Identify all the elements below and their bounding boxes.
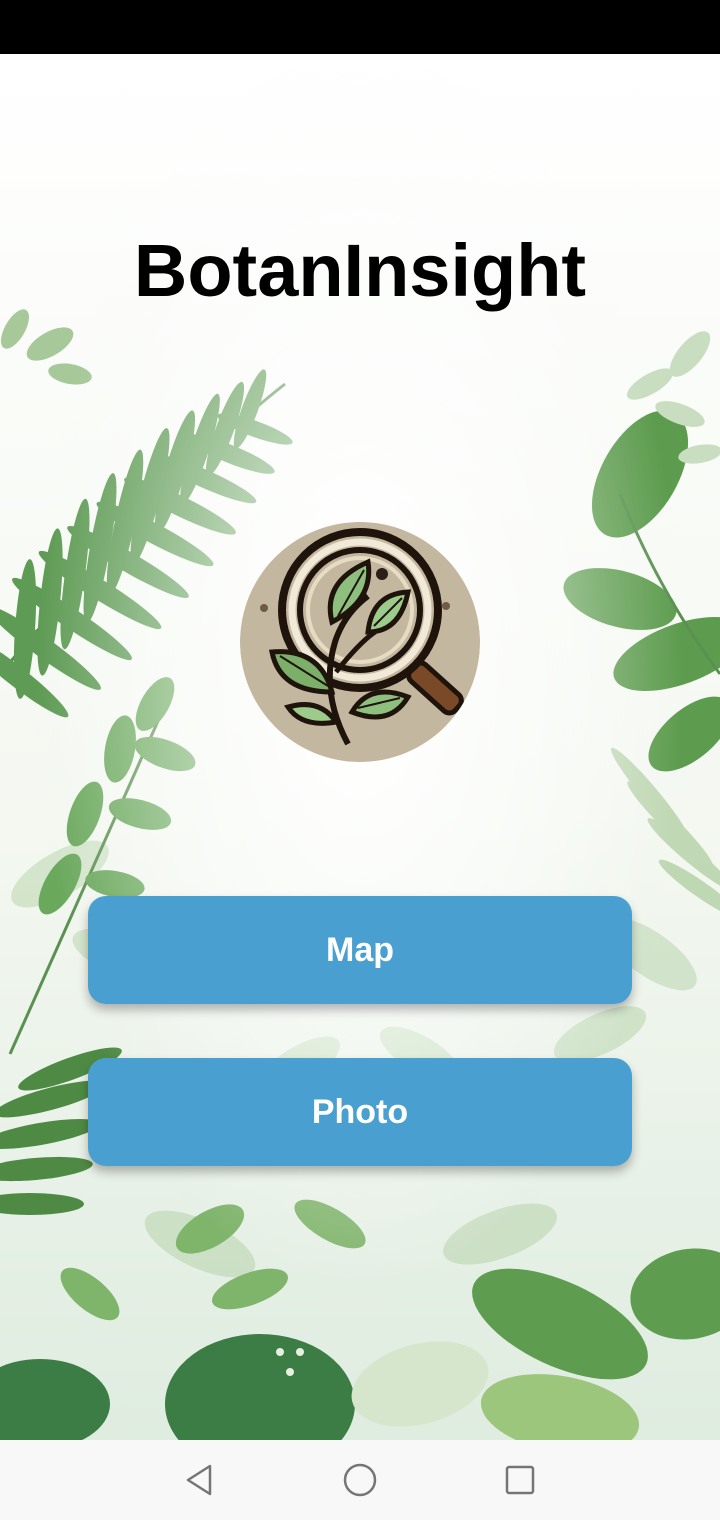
app-title: BotanInsight [133,229,587,312]
back-triangle-icon[interactable] [180,1460,220,1500]
app-screen: BotanInsight Map Photo [0,0,720,1520]
recents-square-icon[interactable] [500,1460,540,1500]
photo-button[interactable]: Photo [88,1058,632,1166]
home-circle-icon[interactable] [340,1460,380,1500]
map-button[interactable]: Map [88,896,632,1004]
magnifier-leaf-logo-icon [240,522,480,762]
system-nav-bar [0,1440,720,1520]
status-bar [0,0,720,54]
